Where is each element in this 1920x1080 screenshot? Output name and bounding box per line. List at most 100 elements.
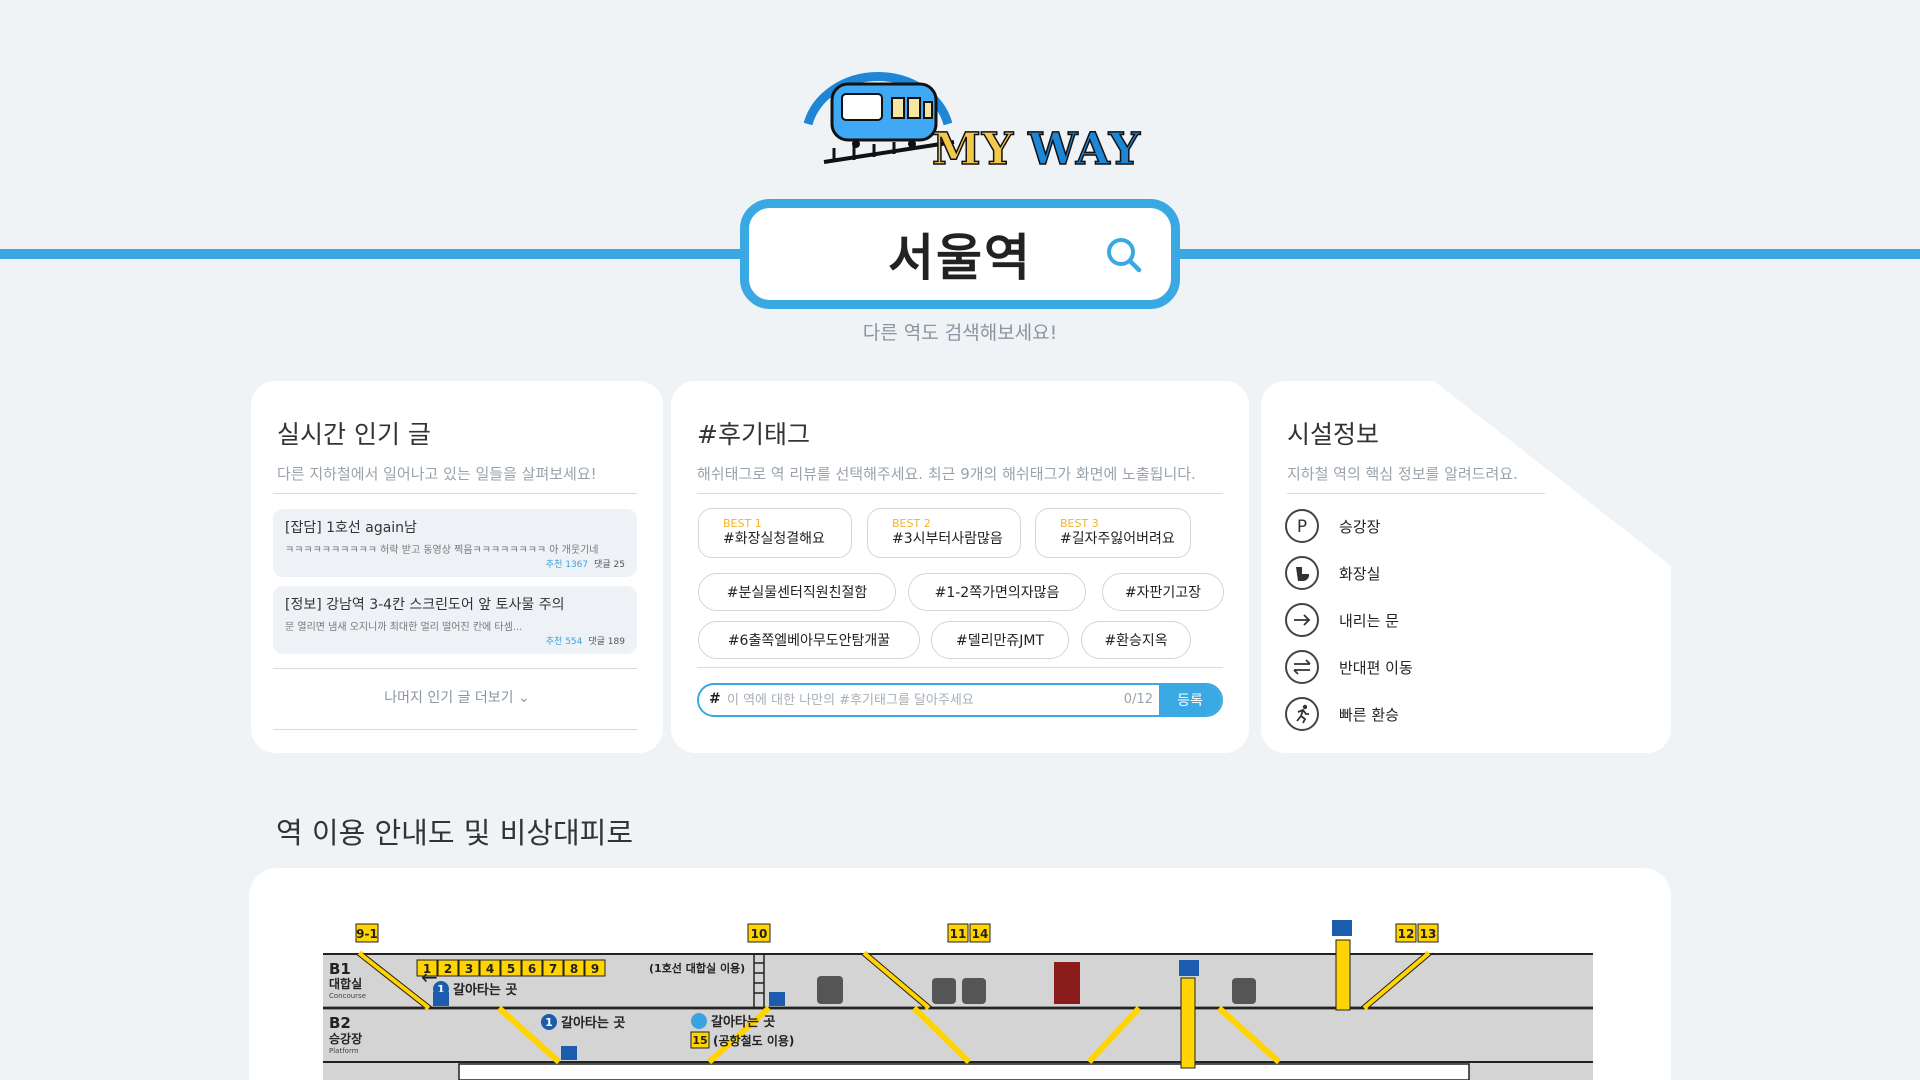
logo-text-way: WAY	[1027, 124, 1142, 175]
search-input-value[interactable]: 서울역	[888, 218, 1032, 290]
tag-chip[interactable]: #환승지옥	[1081, 621, 1191, 659]
exit-tag-14: 14	[969, 923, 991, 943]
level-b2-en: Platform	[329, 1047, 359, 1055]
hash-symbol: #	[709, 691, 721, 707]
elevator-sign	[1179, 960, 1199, 976]
gate-number: 8	[570, 962, 578, 976]
search-hint: 다른 역도 검색해보세요!	[862, 322, 1058, 344]
level-b2-code: B2	[329, 1014, 351, 1032]
tag-chip[interactable]: #자판기고장	[1102, 573, 1224, 611]
exit-label: 14	[972, 927, 989, 941]
post-item[interactable]: [잡담] 1호선 again남 ㅋㅋㅋㅋㅋㅋㅋㅋㅋㅋ 허락 받고 동영상 찍음ㅋ…	[273, 509, 637, 577]
gate-number: 4	[486, 962, 494, 976]
divider	[697, 667, 1223, 668]
post-comment-count: 댓글 25	[594, 560, 625, 570]
post-recommend-count: 추천 554	[545, 637, 583, 647]
tags-title: #후기태그	[697, 420, 810, 449]
exit-label: 9-1	[356, 927, 378, 941]
facility-exit-door[interactable]: 내리는 문	[1285, 602, 1399, 638]
logo-text-my: MY	[931, 124, 1015, 175]
facility-quick-transfer[interactable]: 빠른 환승	[1285, 696, 1399, 732]
ticket-gates: 123456789	[416, 959, 606, 977]
gate-number: 2	[444, 962, 452, 976]
divider	[273, 493, 637, 494]
facility-platform[interactable]: P 승강장	[1285, 508, 1380, 544]
post-comment-count: 댓글 189	[588, 637, 625, 647]
best-rank-label: BEST 3	[1060, 516, 1099, 530]
transfer-label-b1: 갈아타는 곳	[453, 982, 517, 998]
tag-chip[interactable]: #6출쪽엘베아무도안탐개꿀	[698, 621, 920, 659]
popular-title: 실시간 인기 글	[277, 420, 431, 449]
best-tag-name: #화장실청결해요	[723, 530, 825, 547]
tag-char-counter: 0/12	[1123, 692, 1153, 707]
post-item[interactable]: [정보] 강남역 3-4칸 스크린도어 앞 토사물 주의 문 열리면 냄새 오지…	[273, 586, 637, 654]
exit-label: 12	[1398, 927, 1415, 941]
platform-slab	[458, 1063, 1470, 1080]
elevator-sign	[1332, 920, 1352, 936]
best-tag-name: #3시부터사람많음	[892, 530, 1003, 547]
post-title: [잡담] 1호선 again남	[285, 520, 417, 536]
level-b1-name: 대합실	[329, 976, 362, 991]
airport-note: (공항철도 이용)	[713, 1033, 794, 1048]
logo-wordmark: MY WAY	[931, 127, 1141, 173]
best-tag-name: #길자주잃어버려요	[1060, 530, 1175, 547]
gate-number: 9	[591, 962, 599, 976]
search-icon[interactable]	[1105, 236, 1143, 274]
best-tag-3[interactable]: BEST 3 #길자주잃어버려요	[1035, 508, 1191, 558]
exit-arrow-icon	[1285, 603, 1319, 637]
best-tag-1[interactable]: BEST 1 #화장실청결해요	[698, 508, 852, 558]
tag-chip[interactable]: #1-2쪽가면의자많음	[908, 573, 1086, 611]
myway-logo[interactable]: MY WAY	[804, 62, 1141, 172]
station-search-box[interactable]: 서울역	[740, 199, 1180, 309]
restroom-sign	[962, 978, 986, 1004]
exit-label: 10	[751, 927, 768, 941]
exit-tag-11: 11	[947, 923, 969, 943]
post-body: ㅋㅋㅋㅋㅋㅋㅋㅋㅋㅋ 허락 받고 동영상 찍음ㅋㅋㅋㅋㅋㅋㅋㅋ 아 개웃기네	[285, 545, 599, 556]
restroom-sign	[817, 976, 843, 1004]
level-b1-en: Concourse	[329, 992, 366, 1000]
tag-input[interactable]	[727, 685, 1107, 715]
post-recommend-count: 추천 1367	[545, 560, 589, 570]
review-tags-card: #후기태그 해쉬태그로 역 리뷰를 선택해주세요. 최근 9개의 해쉬태그가 화…	[671, 381, 1249, 753]
tag-chip[interactable]: #분실물센터직원친절함	[698, 573, 896, 611]
divider	[697, 493, 1223, 494]
post-title: [정보] 강남역 3-4칸 스크린도어 앞 토사물 주의	[285, 597, 565, 613]
post-body: 문 열리면 냄새 오지니까 최대한 멀리 떨어진 칸에 타셈...	[285, 622, 523, 633]
divider	[273, 729, 637, 730]
facilities-subtitle: 지하철 역의 핵심 정보를 알려드려요.	[1287, 465, 1518, 483]
popular-posts-card: 실시간 인기 글 다른 지하철에서 일어나고 있는 일들을 살펴보세요! [잡담…	[251, 381, 663, 753]
station-floor-map[interactable]: B1 대합실 Concourse B2 승강장 Platform 9-1 10 …	[249, 868, 1671, 1080]
tag-input-bar: # 0/12 등록	[697, 683, 1223, 717]
facility-label: 반대편 이동	[1339, 658, 1413, 677]
exit-tag-12: 12	[1395, 923, 1417, 943]
exit-tag-13: 13	[1417, 923, 1439, 943]
level-b1-code: B1	[329, 960, 351, 978]
facility-toilet[interactable]: 화장실	[1285, 555, 1380, 591]
best-tag-2[interactable]: BEST 2 #3시부터사람많음	[867, 508, 1021, 558]
gate-number: 6	[528, 962, 536, 976]
tag-chip[interactable]: #델리만쥬JMT	[931, 621, 1069, 659]
facility-opposite-side[interactable]: 반대편 이동	[1285, 649, 1413, 685]
running-person-icon	[1285, 697, 1319, 731]
toilet-icon	[1285, 556, 1319, 590]
post-meta: 추천 554 댓글 189	[546, 634, 625, 647]
transfer-label-b2a: 갈아타는 곳	[561, 1015, 625, 1031]
facilities-title: 시설정보	[1287, 420, 1380, 449]
airport-line-badge	[691, 1013, 707, 1029]
restroom-sign	[932, 978, 956, 1004]
post-meta: 추천 1367 댓글 25	[546, 557, 625, 570]
station-map-title: 역 이용 안내도 및 비상대피로	[276, 816, 634, 850]
tag-submit-button[interactable]: 등록	[1159, 685, 1221, 715]
best-rank-label: BEST 2	[892, 516, 931, 530]
exit-15-label: 15	[692, 1034, 707, 1047]
exit-label: 11	[950, 927, 967, 941]
divider	[1287, 493, 1545, 494]
level-b2-name: 승강장	[329, 1032, 362, 1046]
elevator-shaft	[1180, 977, 1196, 1069]
facilities-card: 시설정보 지하철 역의 핵심 정보를 알려드려요. P 승강장 화장실 내리는 …	[1261, 381, 1671, 753]
swap-arrows-icon	[1285, 650, 1319, 684]
more-popular-link[interactable]: 나머지 인기 글 더보기 ⌄	[251, 687, 663, 707]
facility-label: 화장실	[1339, 564, 1381, 583]
best-rank-label: BEST 1	[723, 516, 762, 530]
transfer-label-b2b: 갈아타는 곳	[711, 1014, 775, 1030]
